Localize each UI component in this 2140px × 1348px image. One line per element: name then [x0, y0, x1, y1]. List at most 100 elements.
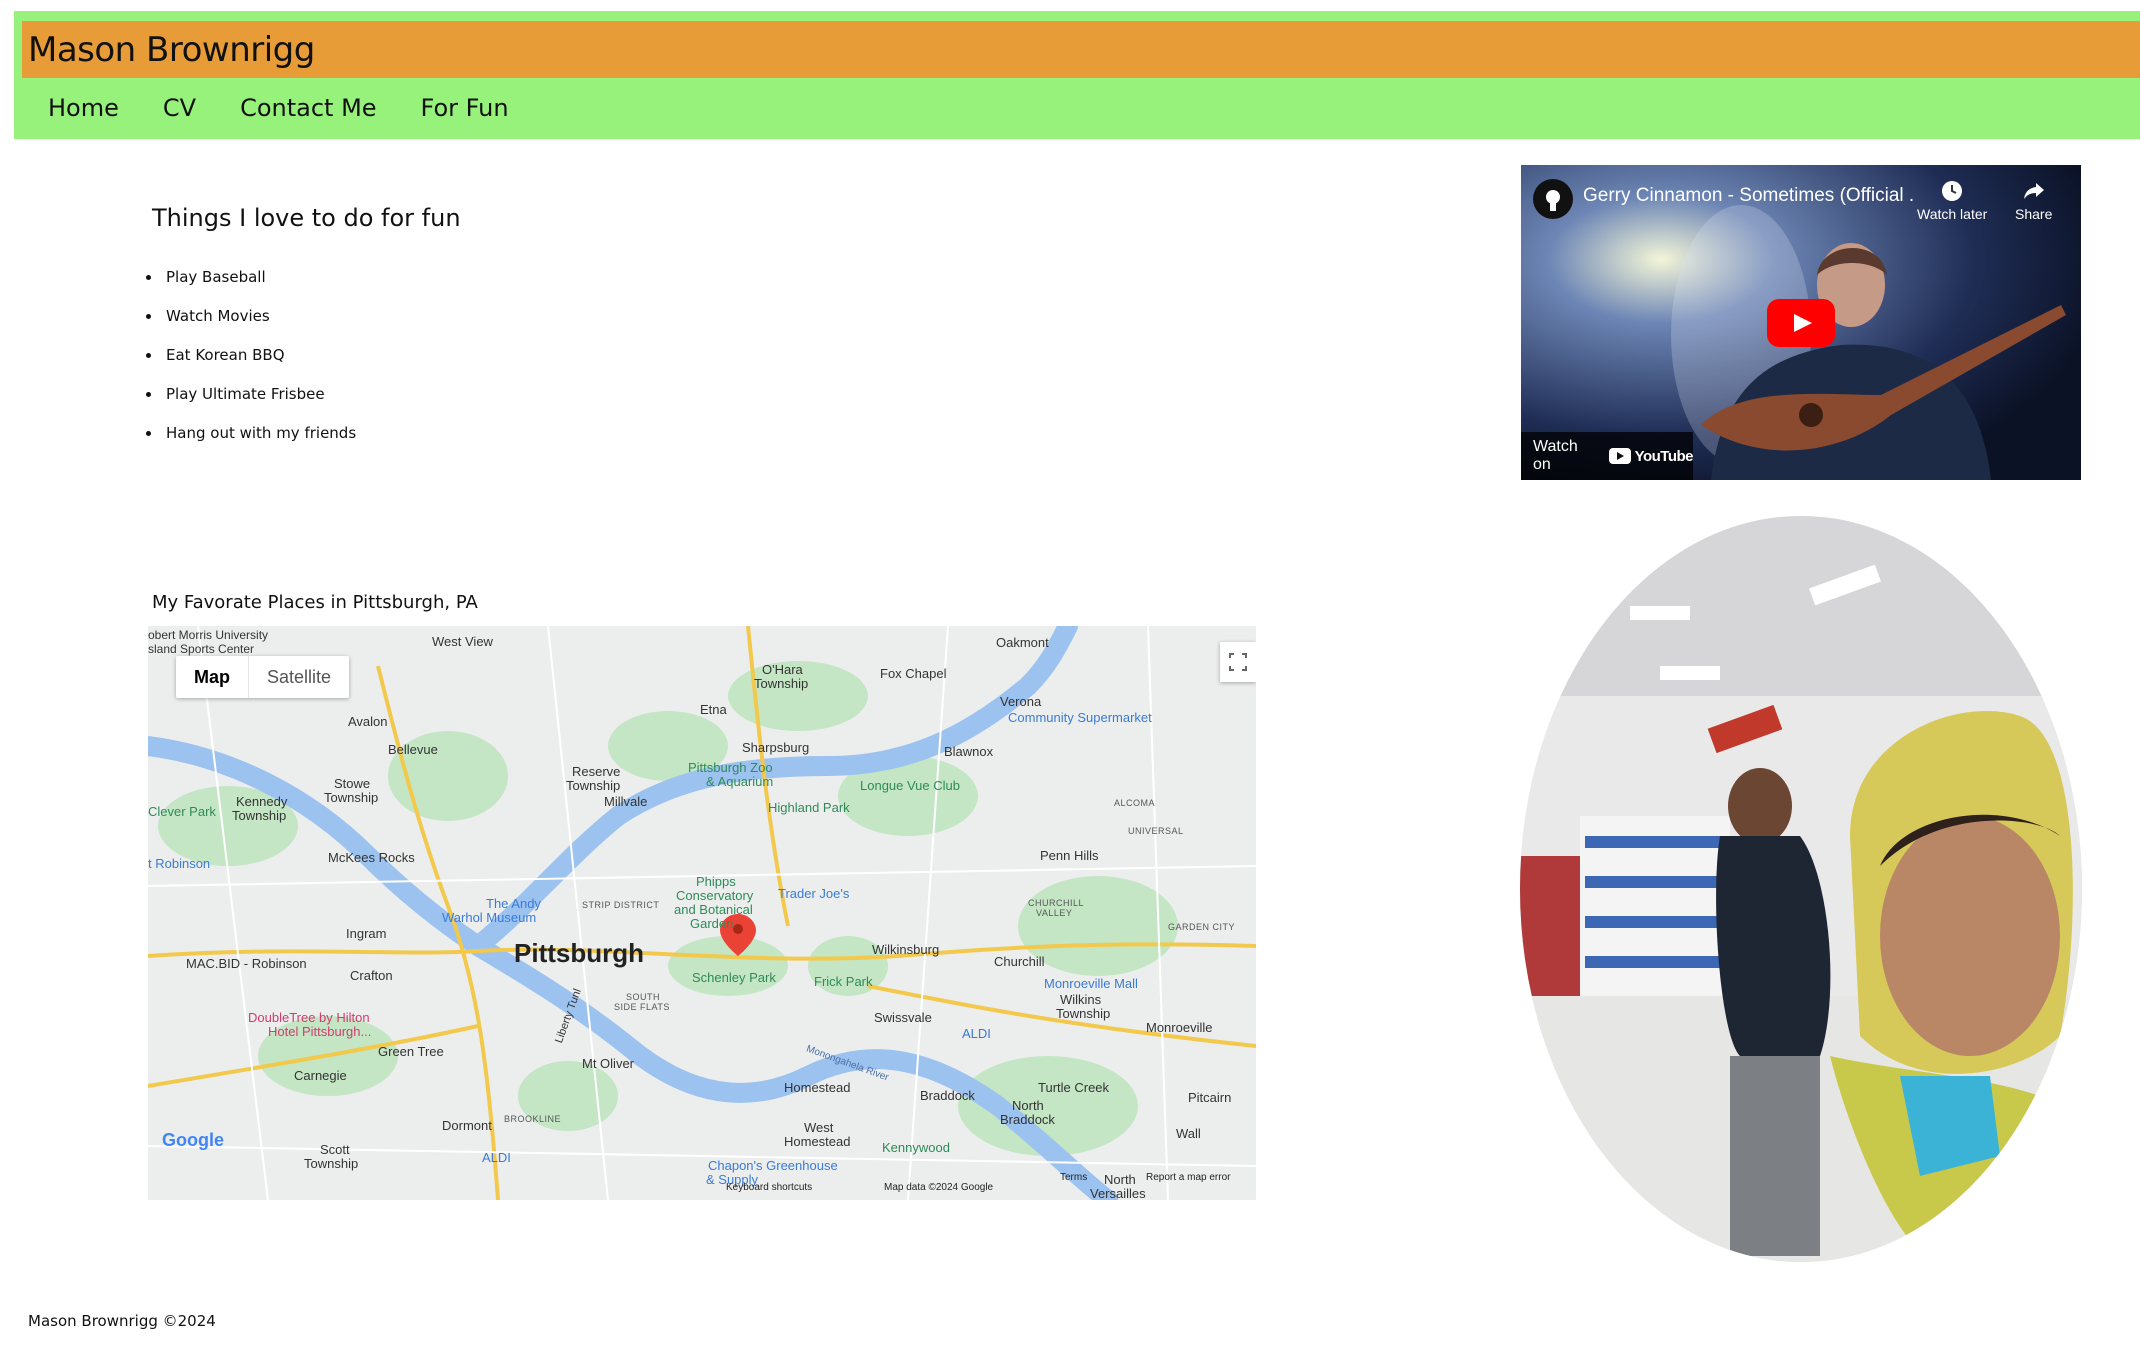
map-data-attribution: Map data ©2024 Google	[884, 1182, 994, 1193]
map-label: ALDI	[962, 1026, 991, 1041]
map-label: Conservatory	[676, 888, 754, 903]
list-item: Play Ultimate Frisbee	[162, 375, 356, 414]
map-label: Monroeville	[1146, 1020, 1213, 1035]
map-label: Braddock	[920, 1088, 975, 1103]
map-label: SIDE FLATS	[614, 1002, 670, 1012]
list-item: Watch Movies	[162, 297, 356, 336]
map-label: Swissvale	[874, 1010, 932, 1025]
map-label: & Aquarium	[706, 774, 774, 789]
watch-on-label: Watch on	[1533, 438, 1578, 473]
map-type-map-button[interactable]: Map	[176, 656, 249, 698]
map-label: Green Tree	[378, 1044, 444, 1059]
map-label: Township	[304, 1156, 359, 1171]
map-label: Kennywood	[882, 1140, 950, 1155]
watch-later-label: Watch later	[1917, 206, 1988, 222]
map-label: Clever Park	[148, 804, 216, 819]
video-title[interactable]: Gerry Cinnamon - Sometimes (Official ...	[1583, 185, 1913, 207]
list-item: Eat Korean BBQ	[162, 336, 356, 375]
map-label: Schenley Park	[692, 970, 776, 985]
play-icon	[1794, 314, 1812, 332]
map-label: STRIP DISTRICT	[582, 900, 660, 910]
title-bar	[22, 21, 2140, 78]
fullscreen-button[interactable]	[1220, 642, 1256, 682]
map-label: Fox Chapel	[880, 666, 947, 681]
map-label: Braddock	[1000, 1112, 1055, 1127]
map-label: Community Supermarket	[1008, 710, 1152, 725]
map-label: MAC.BID - Robinson	[186, 956, 307, 971]
map-label: Sharpsburg	[742, 740, 810, 755]
map-label: Verona	[1000, 694, 1042, 709]
map-label: Blawnox	[944, 744, 994, 759]
map-label: West View	[432, 634, 493, 649]
map-label: Pittsburgh Zoo	[688, 760, 773, 775]
map-label: North	[1104, 1172, 1136, 1187]
map-label: Pitcairn	[1188, 1090, 1232, 1105]
map-label: t Robinson	[148, 856, 211, 871]
map-label: VALLEY	[1036, 908, 1073, 918]
watch-on-youtube-button[interactable]: Watch on YouTube	[1521, 432, 1694, 480]
map-label: Warhol Museum	[442, 910, 537, 925]
nav-home-link[interactable]: Home	[48, 90, 119, 130]
google-logo: Google	[162, 1130, 224, 1150]
map-label: Oakmont	[996, 635, 1049, 650]
nav-fun-link[interactable]: For Fun	[421, 90, 509, 130]
embedded-map[interactable]: Map Satellite Pittsburgh West View Oakmo…	[148, 626, 1256, 1200]
map-label: DoubleTree by Hilton	[248, 1010, 370, 1025]
map-label: Phipps	[696, 874, 736, 889]
map-label: Avalon	[348, 714, 388, 729]
share-icon	[2023, 183, 2044, 199]
map-label: Millvale	[604, 794, 648, 809]
nav-cv-link[interactable]: CV	[163, 90, 196, 130]
map-label: Churchill	[994, 954, 1045, 969]
play-button[interactable]	[1767, 299, 1835, 347]
map-label: Versailles	[1090, 1186, 1146, 1200]
map-label: Wall	[1176, 1126, 1201, 1141]
map-label: Wilkinsburg	[872, 942, 940, 957]
map-label: The Andy	[486, 896, 541, 911]
channel-avatar[interactable]	[1533, 179, 1573, 219]
map-heading: My Favorate Places in Pittsburgh, PA	[152, 592, 478, 613]
map-label: sland Sports Center	[148, 642, 255, 656]
map-label: Wilkins	[1060, 992, 1102, 1007]
map-label: Dormont	[442, 1118, 492, 1133]
terms-link[interactable]: Terms	[1060, 1172, 1087, 1183]
fun-list: Play Baseball Watch Movies Eat Korean BB…	[140, 258, 356, 453]
map-label: Homestead	[784, 1134, 851, 1149]
map-label: Township	[754, 676, 809, 691]
map-label: Stowe	[334, 776, 371, 791]
map-label: ALCOMA	[1114, 798, 1156, 808]
map-label: Monroeville Mall	[1044, 976, 1138, 991]
keyboard-shortcuts-link[interactable]: Keyboard shortcuts	[726, 1182, 812, 1193]
channel-avatar-icon	[1546, 190, 1560, 211]
map-label: Kennedy	[236, 794, 288, 809]
map-label: CHURCHILL	[1028, 898, 1085, 908]
map-label: and Botanical	[674, 902, 753, 917]
map-label: Highland Park	[768, 800, 850, 815]
map-label: Bellevue	[388, 742, 438, 757]
map-label: BROOKLINE	[504, 1114, 562, 1124]
map-label: Mt Oliver	[582, 1056, 634, 1071]
share-label: Share	[2015, 206, 2053, 222]
map-label: Crafton	[350, 968, 393, 983]
page-footer: Mason Brownrigg ©2024	[28, 1312, 216, 1330]
share-button[interactable]: Share	[2015, 179, 2052, 222]
youtube-embed[interactable]: Gerry Cinnamon - Sometimes (Official ...…	[1521, 165, 2081, 480]
photo-image	[1520, 516, 2082, 1262]
map-type-satellite-button[interactable]: Satellite	[249, 656, 349, 698]
nav-contact-link[interactable]: Contact Me	[240, 90, 376, 130]
map-label: Homestead	[784, 1080, 851, 1095]
map-label: Hotel Pittsburgh...	[268, 1024, 372, 1039]
watch-later-button[interactable]: Watch later	[1917, 179, 1987, 222]
map-label: Township	[232, 808, 287, 823]
fun-heading: Things I love to do for fun	[152, 204, 461, 232]
map-label: Township	[1056, 1006, 1111, 1021]
map-label: SOUTH	[626, 992, 660, 1002]
map-label: Frick Park	[814, 974, 873, 989]
map-label: Garden	[690, 916, 734, 931]
map-label: North	[1012, 1098, 1044, 1113]
map-label: GARDEN CITY	[1168, 922, 1236, 932]
map-label: Scott	[320, 1142, 350, 1157]
youtube-wordmark: YouTube	[1634, 447, 1694, 465]
site-title: Mason Brownrigg	[28, 30, 315, 70]
report-map-error-link[interactable]: Report a map error	[1146, 1172, 1230, 1183]
